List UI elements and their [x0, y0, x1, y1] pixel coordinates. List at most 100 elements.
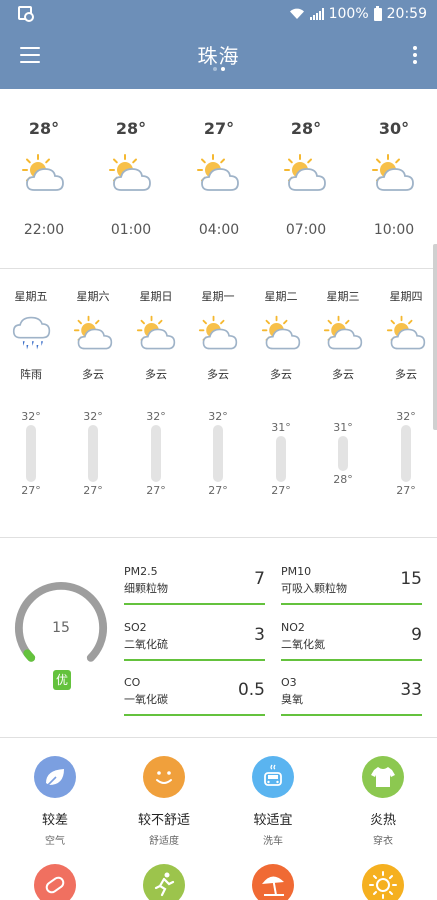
- partly-cloudy-icon: [371, 152, 417, 196]
- hourly-temp: 28°: [290, 119, 322, 138]
- pollutant-value: 0.5: [237, 680, 265, 700]
- daily-high-temp: 32°: [146, 410, 166, 423]
- daily-low-temp: 27°: [146, 484, 166, 497]
- daily-condition: 阵雨: [20, 368, 42, 381]
- battery-percent: 100%: [328, 6, 369, 22]
- battery-icon: [373, 5, 382, 21]
- hourly-time: 10:00: [373, 222, 415, 238]
- daily-weekday: 星期六: [76, 290, 110, 303]
- life-index-grid: 较差 空气 较不舒适 舒适度 较适宜 洗车 炎热 穿衣: [0, 739, 437, 900]
- pollutant-item: SO2 二氧化硫 3: [124, 621, 265, 661]
- shower-icon: [11, 313, 53, 355]
- partly-cloudy-icon: [196, 152, 242, 196]
- life-index-label: 穿衣: [373, 836, 393, 847]
- page-dot: [212, 67, 217, 71]
- shirt-icon: [362, 756, 404, 798]
- more-options-icon[interactable]: [413, 46, 417, 64]
- pollutant-name: NO2: [281, 621, 305, 634]
- pollutant-value: 3: [254, 625, 265, 645]
- hourly-temp: 28°: [115, 119, 147, 138]
- daily-weekday: 星期日: [139, 290, 173, 303]
- daily-low-temp: 27°: [208, 484, 228, 497]
- pollutant-name: O3: [281, 676, 297, 689]
- page-dot-active: [220, 67, 225, 71]
- app-bar: 珠海: [0, 28, 437, 89]
- daily-condition: 多云: [207, 368, 229, 381]
- daily-weekday: 星期三: [326, 290, 360, 303]
- partly-cloudy-icon: [21, 152, 67, 196]
- daily-high-temp: 32°: [396, 410, 416, 423]
- daily-condition: 多云: [145, 368, 167, 381]
- daily-condition: 多云: [82, 368, 104, 381]
- pollutant-value: 15: [400, 569, 422, 589]
- life-index-level: 较差: [41, 813, 68, 828]
- daily-condition: 多云: [395, 368, 417, 381]
- pollutant-item: NO2 二氧化氮 9: [281, 621, 422, 661]
- pollutant-description: 细颗粒物: [124, 582, 168, 595]
- pollutant-value: 33: [400, 680, 422, 700]
- daily-forecast[interactable]: 星期五 阵雨 32° 27° 星期六 多云 32° 27° 星期日 多云 32° 27° 星期一 多云 32…: [0, 270, 437, 538]
- daily-high-temp: 31°: [333, 421, 353, 435]
- pollutant-item: CO 一氧化碳 0.5: [124, 676, 265, 716]
- partly-cloudy-icon: [283, 152, 329, 196]
- hourly-time: 22:00: [23, 222, 65, 238]
- life-index-level: 较适宜: [253, 813, 293, 828]
- wifi-icon: [289, 8, 304, 19]
- daily-condition: 多云: [270, 368, 292, 381]
- daily-low-temp: 28°: [333, 472, 353, 486]
- hourly-temp: 28°: [28, 119, 60, 138]
- life-index-level: 较不舒适: [137, 813, 190, 828]
- daily-low-temp: 27°: [83, 484, 103, 497]
- edge-panel-handle[interactable]: [433, 244, 437, 430]
- car-icon: [252, 756, 294, 798]
- pollutant-description: 二氧化氮: [281, 638, 325, 651]
- hourly-temp: 30°: [378, 119, 410, 138]
- life-index-label: 舒适度: [149, 836, 179, 847]
- daily-temp-range-bar: [88, 425, 98, 482]
- pollutant-item: O3 臭氧 33: [281, 676, 422, 716]
- air-quality-panel: 15 优 PM2.5 细颗粒物 7 PM10 可吸入颗粒物 15 SO2 二氧化硫 3 NO2 二氧…: [0, 539, 437, 738]
- daily-high-temp: 32°: [83, 410, 103, 423]
- pollutant-value: 7: [254, 569, 265, 589]
- page-indicator: [0, 67, 437, 71]
- hourly-temp: 27°: [203, 119, 235, 138]
- pollutant-item: PM2.5 细颗粒物 7: [124, 565, 265, 605]
- pollutant-name: SO2: [124, 621, 147, 634]
- partly-cloudy-icon: [386, 313, 428, 355]
- daily-temp-range-bar: [26, 425, 36, 482]
- pollutant-value: 9: [411, 625, 422, 645]
- life-index-label: 洗车: [263, 836, 283, 847]
- daily-weekday: 星期五: [14, 290, 48, 303]
- pill-icon: [34, 864, 76, 900]
- aqi-gauge-fill: [23, 649, 36, 662]
- hourly-forecast[interactable]: 28° 22:00 28° 01:00 27° 04:00 28° 07:00 30° 10:00: [0, 89, 437, 269]
- leaf-icon: [34, 756, 76, 798]
- life-index-level: 炎热: [369, 813, 396, 828]
- aqi-level-badge: 优: [53, 670, 71, 690]
- pollutant-name: PM10: [281, 565, 312, 578]
- partly-cloudy-icon: [198, 313, 240, 355]
- pollutant-description: 可吸入颗粒物: [281, 582, 347, 595]
- daily-high-temp: 32°: [21, 410, 41, 423]
- pollutant-description: 臭氧: [281, 693, 303, 706]
- partly-cloudy-icon: [323, 313, 365, 355]
- status-icons: 100% 20:59: [289, 5, 427, 23]
- beach-umbrella-icon: [252, 864, 294, 900]
- daily-condition: 多云: [332, 368, 354, 381]
- city-title: 珠海: [197, 44, 240, 68]
- daily-weekday: 星期二: [264, 290, 298, 303]
- partly-cloudy-icon: [136, 313, 178, 355]
- pollutant-description: 一氧化碳: [124, 693, 168, 706]
- smile-icon: [143, 756, 185, 798]
- partly-cloudy-icon: [73, 313, 115, 355]
- pollutant-description: 二氧化硫: [124, 638, 168, 651]
- pollutant-name: CO: [124, 676, 141, 689]
- hourly-time: 07:00: [285, 222, 327, 238]
- sun-icon: [362, 864, 404, 900]
- daily-weekday: 星期四: [389, 290, 423, 303]
- daily-temp-range-bar: [276, 436, 286, 482]
- hourly-time: 04:00: [198, 222, 240, 238]
- partly-cloudy-icon: [108, 152, 154, 196]
- daily-temp-range-bar: [151, 425, 161, 482]
- partly-cloudy-icon: [261, 313, 303, 355]
